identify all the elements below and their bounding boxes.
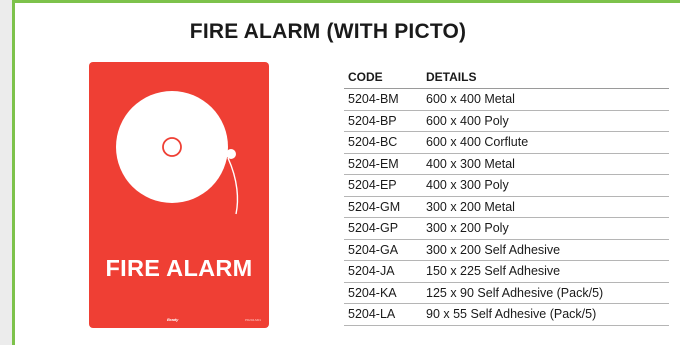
product-details: 300 x 200 Metal (422, 196, 669, 218)
table-header-row: CODE DETAILS (344, 66, 669, 89)
product-details: 125 x 90 Self Adhesive (Pack/5) (422, 282, 669, 304)
product-details: 150 x 225 Self Adhesive (422, 260, 669, 283)
product-code: 5204-BM (344, 88, 422, 111)
column-header-details: DETAILS (422, 66, 669, 89)
product-code: 5204-EP (344, 174, 422, 197)
product-code: 5204-KA (344, 282, 422, 304)
product-code: 5204-LA (344, 303, 422, 326)
product-details: 400 x 300 Poly (422, 174, 669, 197)
fire-alarm-bell-icon (116, 91, 239, 215)
column-header-code: CODE (344, 66, 422, 89)
product-details: 300 x 200 Self Adhesive (422, 239, 669, 261)
brand-logo: Brady (167, 317, 179, 322)
product-title: FIRE ALARM (WITH PICTO) (189, 20, 467, 43)
product-code: 5204-BP (344, 110, 422, 132)
product-code: 5204-GA (344, 239, 422, 261)
product-code: 5204-BC (344, 131, 422, 154)
product-details: 300 x 200 Poly (422, 217, 669, 240)
product-details: 600 x 400 Metal (422, 88, 669, 111)
product-details: 400 x 300 Metal (422, 153, 669, 175)
table-row: 5204-JA 150 x 225 Self Adhesive (344, 260, 669, 283)
table-row: 5204-KA 125 x 90 Self Adhesive (Pack/5) (344, 282, 669, 304)
product-code: 5204-GP (344, 217, 422, 240)
product-details: 600 x 400 Corflute (422, 131, 669, 154)
table-row: 5204-EM 400 x 300 Metal (344, 153, 669, 175)
product-code: 5204-EM (344, 153, 422, 175)
sign-label: FIRE ALARM (105, 255, 253, 281)
table-row: 5204-GM 300 x 200 Metal (344, 196, 669, 218)
product-details: 600 x 400 Poly (422, 110, 669, 132)
table-row: 5204-BM 600 x 400 Metal (344, 88, 669, 111)
table-row: 5204-BP 600 x 400 Poly (344, 110, 669, 132)
table-row: 5204-LA 90 x 55 Self Adhesive (Pack/5) (344, 303, 669, 326)
product-code: 5204-JA (344, 260, 422, 283)
table-row: 5204-GP 300 x 200 Poly (344, 217, 669, 240)
table-row: 5204-EP 400 x 300 Poly (344, 174, 669, 197)
table-row: 5204-BC 600 x 400 Corflute (344, 131, 669, 154)
product-table: CODE DETAILS 5204-BM 600 x 400 Metal 520… (344, 66, 669, 326)
fire-alarm-sign: FIRE ALARM Brady PD204-M01 (89, 62, 269, 328)
product-details: 90 x 55 Self Adhesive (Pack/5) (422, 303, 669, 326)
product-code: 5204-GM (344, 196, 422, 218)
table-row: 5204-GA 300 x 200 Self Adhesive (344, 239, 669, 261)
sign-product-code: PD204-M01 (244, 318, 261, 322)
